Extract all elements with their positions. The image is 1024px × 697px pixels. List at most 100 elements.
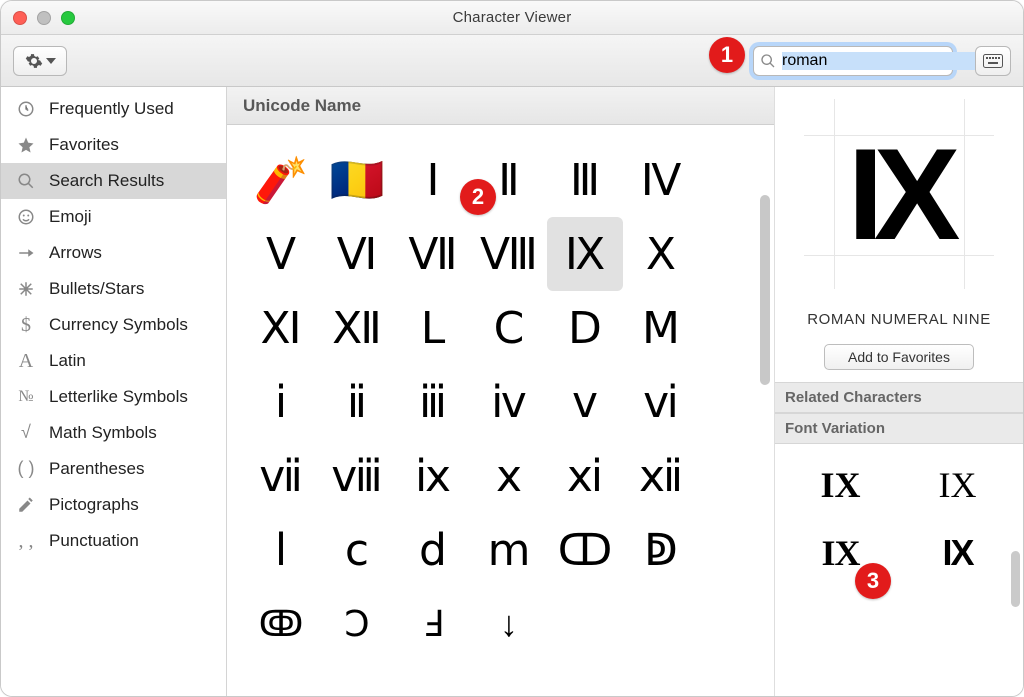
character-cell[interactable]: ⅽ [319,513,395,587]
sidebar-item-label: Search Results [49,172,164,191]
search-field[interactable]: ✕ [753,46,953,76]
character-cell[interactable]: ⅶ [243,439,319,513]
character-cell[interactable] [547,587,623,661]
character-preview: IX [804,99,994,289]
sidebar-item-label: Punctuation [49,532,139,551]
sidebar-item-label: Math Symbols [49,424,157,443]
character-cell[interactable]: Ⅳ [623,143,699,217]
sidebar-item-favorites[interactable]: Favorites [1,127,226,163]
character-cell[interactable]: ↁ [623,513,699,587]
character-cell[interactable]: ⅰ [243,365,319,439]
character-cell[interactable]: ↀ [547,513,623,587]
detail-pane: IX ROMAN NUMERAL NINE Add to Favorites R… [775,87,1023,696]
character-cell[interactable]: ↓ [471,587,547,661]
character-cell[interactable]: Ⅸ [547,217,623,291]
parens-icon: ( ) [15,458,37,480]
character-cell[interactable]: ⅷ [319,439,395,513]
maximize-window-button[interactable] [61,11,75,25]
settings-menu-button[interactable] [13,46,67,76]
radical-icon: √ [15,422,37,444]
comma-icon: , , [15,530,37,552]
character-cell[interactable]: Ⅎ [395,587,471,661]
results-header: Unicode Name [227,87,774,125]
character-cell[interactable] [623,587,699,661]
character-cell[interactable]: ⅹ [471,439,547,513]
toolbar: ✕ [1,35,1023,87]
character-cell[interactable]: Ⅽ [471,291,547,365]
add-to-favorites-button[interactable]: Add to Favorites [824,344,974,370]
character-name: ROMAN NUMERAL NINE [775,297,1023,338]
sidebar-item-label: Pictographs [49,496,139,515]
character-cell[interactable]: ⅺ [547,439,623,513]
results-pane: Unicode Name 🧨🇷🇴ⅠⅡⅢⅣⅤⅥⅦⅧⅨⅩⅪⅫⅬⅭⅮⅯⅰⅱⅲⅳⅴⅵⅶⅷ… [227,87,775,696]
character-cell[interactable]: ⅲ [395,365,471,439]
compact-mode-button[interactable] [975,46,1011,76]
detail-scrollbar[interactable] [1011,551,1020,607]
character-cell[interactable]: ⅼ [243,513,319,587]
sidebar-item-arrows[interactable]: Arrows [1,235,226,271]
font-variant[interactable]: IX [785,454,896,516]
callout-2: 2 [460,179,496,215]
arrow-icon [15,242,37,264]
font-variation-header[interactable]: Font Variation [775,413,1023,444]
character-cell[interactable]: Ⅾ [547,291,623,365]
character-cell[interactable]: Ⅺ [243,291,319,365]
character-cell[interactable]: ⅿ [471,513,547,587]
sidebar-item-math-symbols[interactable]: √ Math Symbols [1,415,226,451]
window-title: Character Viewer [453,9,572,26]
sidebar-item-bullets-stars[interactable]: Bullets/Stars [1,271,226,307]
smiley-icon [15,206,37,228]
character-cell[interactable]: Ⅼ [395,291,471,365]
latin-icon: A [15,350,37,372]
character-cell[interactable]: Ⅰ [395,143,471,217]
sidebar-item-letterlike-symbols[interactable]: №Letterlike Symbols [1,379,226,415]
character-cell[interactable]: ⅳ [471,365,547,439]
character-cell[interactable]: Ↄ [319,587,395,661]
character-cell[interactable]: Ⅵ [319,217,395,291]
character-cell[interactable]: ↂ [243,587,319,661]
character-cell[interactable]: Ⅹ [623,217,699,291]
font-variation-grid: IXIXIXIX [775,444,1023,594]
character-cell[interactable]: Ⅷ [471,217,547,291]
search-input[interactable] [782,52,989,70]
sidebar-item-punctuation[interactable]: , , Punctuation [1,523,226,559]
window-controls [13,11,75,25]
sidebar-item-parentheses[interactable]: ( )Parentheses [1,451,226,487]
main-content: Frequently Used Favorites Search Results Em… [1,87,1023,696]
sidebar-item-search-results[interactable]: Search Results [1,163,226,199]
dollar-icon: $ [15,314,37,336]
character-cell[interactable]: ⅵ [623,365,699,439]
sidebar-item-label: Bullets/Stars [49,280,144,299]
character-cell[interactable]: 🇷🇴 [319,143,395,217]
font-variant[interactable]: IX [902,522,1013,584]
character-cell[interactable]: 🧨 [243,143,319,217]
character-cell[interactable]: ⅾ [395,513,471,587]
character-cell[interactable]: Ⅿ [623,291,699,365]
close-window-button[interactable] [13,11,27,25]
callout-3: 3 [855,563,891,599]
character-cell[interactable]: Ⅶ [395,217,471,291]
sidebar-item-frequently-used[interactable]: Frequently Used [1,91,226,127]
character-grid: 🧨🇷🇴ⅠⅡⅢⅣⅤⅥⅦⅧⅨⅩⅪⅫⅬⅭⅮⅯⅰⅱⅲⅳⅴⅵⅶⅷⅸⅹⅺⅻⅼⅽⅾⅿↀↁↂↃℲ… [227,125,774,671]
character-cell[interactable]: ⅸ [395,439,471,513]
asterisk-icon [15,278,37,300]
character-cell[interactable]: Ⅲ [547,143,623,217]
related-characters-header[interactable]: Related Characters [775,382,1023,413]
sidebar-item-latin[interactable]: ALatin [1,343,226,379]
character-cell[interactable]: Ⅻ [319,291,395,365]
character-cell[interactable]: ⅻ [623,439,699,513]
minimize-window-button[interactable] [37,11,51,25]
character-cell[interactable]: ⅱ [319,365,395,439]
star-icon [15,134,37,156]
character-cell[interactable]: Ⅴ [243,217,319,291]
font-variant[interactable]: IX [902,454,1013,516]
gear-icon [25,52,43,70]
sidebar-item-emoji[interactable]: Emoji [1,199,226,235]
sidebar-item-pictographs[interactable]: Pictographs [1,487,226,523]
character-cell[interactable]: ⅴ [547,365,623,439]
callout-1: 1 [709,37,745,73]
results-scrollbar[interactable] [760,195,770,385]
sidebar-item-label: Favorites [49,136,119,155]
sidebar-item-currency-symbols[interactable]: $Currency Symbols [1,307,226,343]
sidebar-item-label: Frequently Used [49,100,174,119]
